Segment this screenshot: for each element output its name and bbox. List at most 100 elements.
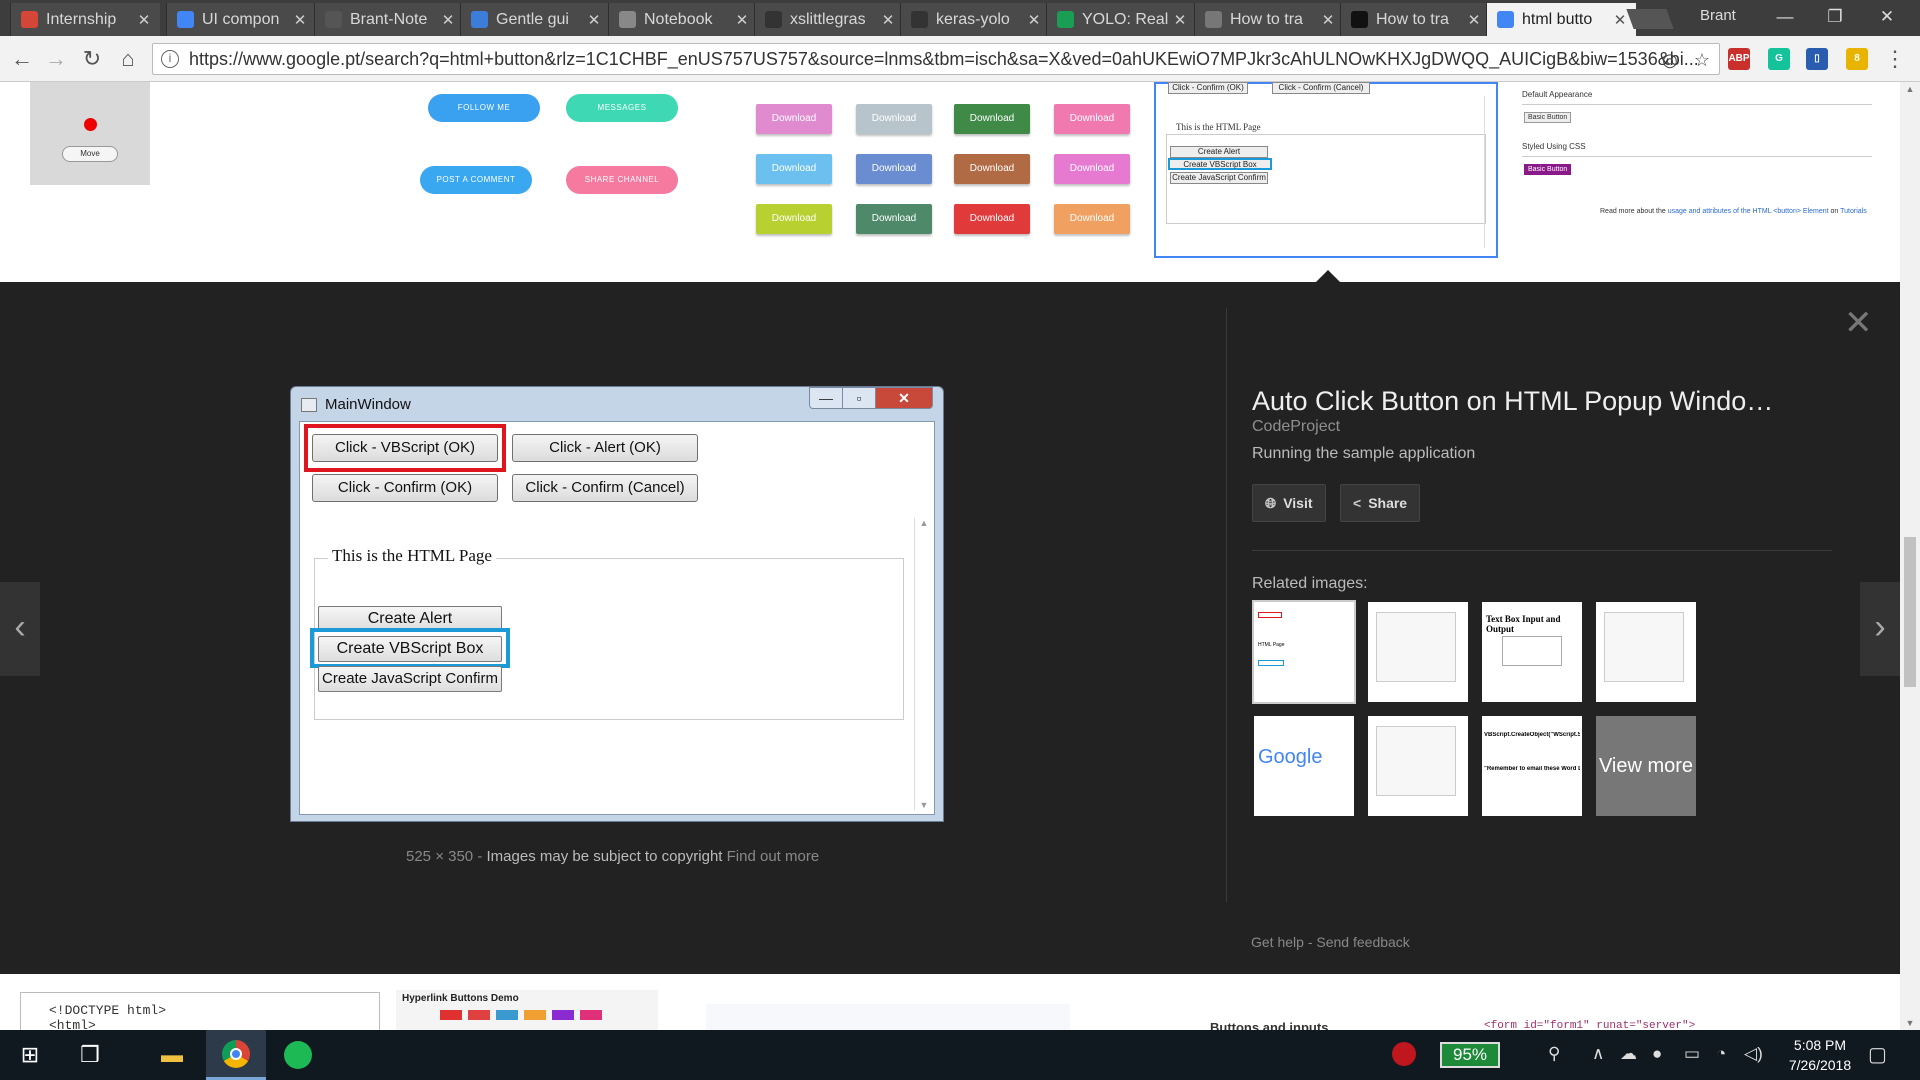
browser-tab[interactable]: Notebook ✕ <box>608 3 758 36</box>
tab-close-icon[interactable]: ✕ <box>880 11 896 29</box>
view-more-button[interactable]: View more <box>1596 716 1696 816</box>
footer-sep: - <box>1307 934 1313 950</box>
new-tab-button[interactable] <box>1626 9 1674 29</box>
related-image-thumb[interactable]: Google <box>1254 716 1354 816</box>
grammarly-label: G <box>1775 53 1783 64</box>
tab-close-icon[interactable]: ✕ <box>1172 11 1188 29</box>
chrome-taskbar-icon[interactable] <box>206 1030 266 1080</box>
people-icon[interactable]: ⚲ <box>1548 1044 1560 1064</box>
related-image-thumb[interactable]: HTML Page <box>1252 600 1356 704</box>
related-image-thumb[interactable] <box>1596 602 1696 702</box>
tab-close-icon[interactable]: ✕ <box>734 11 750 29</box>
onedrive-icon[interactable]: ☁ <box>1620 1044 1637 1064</box>
related-window <box>1376 612 1456 682</box>
result-thumbnail-blank[interactable] <box>706 1004 1070 1030</box>
location-icon[interactable]: ◎ <box>1660 50 1680 70</box>
tab-close-icon[interactable]: ✕ <box>1320 11 1336 29</box>
chrome-menu-icon[interactable]: ⋮ <box>1884 45 1906 73</box>
adblock-extension-icon[interactable]: ABP <box>1728 48 1750 70</box>
related-window <box>1604 612 1684 682</box>
docs-icon <box>177 11 194 28</box>
browser-tab[interactable]: How to tra ✕ <box>1340 3 1490 36</box>
related-image-thumb[interactable]: VBScript.CreateObject("WScript.Shell") "R… <box>1482 716 1582 816</box>
tab-close-icon[interactable]: ✕ <box>1026 11 1042 29</box>
address-bar[interactable]: i https://www.google.pt/search?q=html+bu… <box>152 43 1720 75</box>
close-preview-icon[interactable]: ✕ <box>1844 306 1873 340</box>
meta-sep: - <box>477 848 483 865</box>
related-image-thumb[interactable] <box>1368 602 1468 702</box>
browser-tab[interactable]: YOLO: Real ✕ <box>1046 3 1196 36</box>
related-image-thumb[interactable] <box>1368 716 1468 816</box>
dialog-close-icon: ✕ <box>875 387 933 409</box>
page-scrollbar[interactable]: ▲ ▼ <box>1900 82 1920 1030</box>
wifi-icon[interactable]: ◔ <box>1716 1044 1726 1064</box>
battery-icon[interactable]: ▭ <box>1684 1044 1700 1064</box>
browser-tab[interactable]: Brant-Note ✕ <box>314 3 464 36</box>
page-scroll-down-icon[interactable]: ▼ <box>1900 1018 1920 1028</box>
browser-tab[interactable]: html butto ✕ <box>1486 3 1636 36</box>
find-out-more-link[interactable]: Find out more <box>727 848 820 865</box>
browser-tab[interactable]: Internship ✕ <box>10 3 160 36</box>
next-image-icon[interactable]: › <box>1860 582 1900 676</box>
tab-label: UI compon <box>202 10 280 28</box>
result-thumbnail-selected[interactable]: Click - Confirm (OK) Click - Confirm (Ca… <box>1154 82 1498 258</box>
show-hidden-icons-icon[interactable]: ∧ <box>1592 1044 1604 1064</box>
tab-close-icon[interactable]: ✕ <box>586 11 602 29</box>
tab-close-icon[interactable]: ✕ <box>136 11 152 29</box>
browser-tab[interactable]: How to tra ✕ <box>1194 3 1344 36</box>
reader-extension-icon[interactable]: ▯ <box>1806 48 1828 70</box>
preview-pointer <box>1316 270 1340 282</box>
share-button[interactable]: < Share <box>1340 484 1421 522</box>
grammarly-extension-icon[interactable]: G <box>1768 48 1790 70</box>
task-view-icon[interactable]: ❒ <box>60 1030 120 1080</box>
result-thumbnail-hyperlink[interactable]: Hyperlink Buttons Demo <box>396 990 658 1030</box>
system-clock[interactable]: 5:08 PM 7/26/2018 <box>1760 1035 1880 1075</box>
notes-extension-icon[interactable]: 8 <box>1846 48 1868 70</box>
back-icon[interactable]: ← <box>8 45 36 73</box>
action-center-icon[interactable]: ▢ <box>1868 1042 1887 1067</box>
result-thumbnail-code[interactable]: <!DOCTYPE html> <html> <box>20 992 380 1030</box>
result-thumbnail-move[interactable]: Move <box>30 82 150 185</box>
result-title[interactable]: Auto Click Button on HTML Popup Windo… <box>1252 386 1773 417</box>
browser-tab[interactable]: Gentle gui ✕ <box>460 3 610 36</box>
tab-close-icon[interactable]: ✕ <box>440 11 456 29</box>
visit-button[interactable]: 🌐︎ Visit <box>1252 484 1326 522</box>
pill-share: SHARE CHANNEL <box>566 166 678 194</box>
related-image-thumb[interactable]: Text Box Input and Output <box>1482 602 1582 702</box>
restore-icon[interactable]: ❐ <box>1810 0 1860 34</box>
dialog-maximize-icon: ▫ <box>842 387 876 409</box>
browser-tab[interactable]: xslittlegras ✕ <box>754 3 904 36</box>
browser-tab[interactable]: keras-yolo ✕ <box>900 3 1050 36</box>
get-help-link[interactable]: Get help <box>1251 934 1304 950</box>
file-explorer-icon[interactable]: ▬ <box>142 1030 202 1080</box>
battery-meter[interactable]: 95% <box>1440 1042 1500 1068</box>
tab-label: Brant-Note <box>350 10 428 28</box>
google-logo-thumb: Google <box>1258 746 1323 768</box>
window-close-icon[interactable]: ✕ <box>1862 0 1912 34</box>
previous-image-icon[interactable]: ‹ <box>0 582 40 676</box>
tab-close-icon[interactable]: ✕ <box>1466 11 1482 29</box>
click-confirm-ok-button: Click - Confirm (OK) <box>312 474 498 502</box>
browser-tab[interactable]: UI compon ✕ <box>166 3 316 36</box>
reload-icon[interactable]: ↻ <box>78 45 106 73</box>
tab-close-icon[interactable]: ✕ <box>1612 11 1628 29</box>
page-scroll-thumb[interactable] <box>1904 537 1916 687</box>
spotify-icon[interactable] <box>268 1030 328 1080</box>
tab-close-icon[interactable]: ✕ <box>292 11 308 29</box>
page-scroll-up-icon[interactable]: ▲ <box>1900 84 1920 94</box>
preview-image[interactable]: MainWindow — ▫ ✕ Click - VBScript (OK) C… <box>290 386 944 822</box>
minimize-icon[interactable]: — <box>1760 0 1810 34</box>
chrome-tray-icon[interactable]: ● <box>1652 1044 1662 1064</box>
blog-icon <box>471 11 488 28</box>
download-button-thumb: Download <box>954 204 1030 234</box>
send-feedback-link[interactable]: Send feedback <box>1316 934 1409 950</box>
create-vbscript-box-button: Create VBScript Box <box>318 636 502 662</box>
forward-icon[interactable]: → <box>42 45 70 73</box>
bookmark-star-icon[interactable]: ☆ <box>1692 50 1712 70</box>
site-info-icon[interactable]: i <box>161 50 179 68</box>
start-icon[interactable]: ⊞ <box>0 1030 60 1080</box>
profile-name[interactable]: Brant <box>1700 7 1736 24</box>
home-icon[interactable]: ⌂ <box>114 45 142 73</box>
antivirus-tray-icon[interactable] <box>1392 1042 1416 1066</box>
result-thumbnail-right[interactable]: Default Appearance Basic Button Styled U… <box>1520 82 1880 258</box>
